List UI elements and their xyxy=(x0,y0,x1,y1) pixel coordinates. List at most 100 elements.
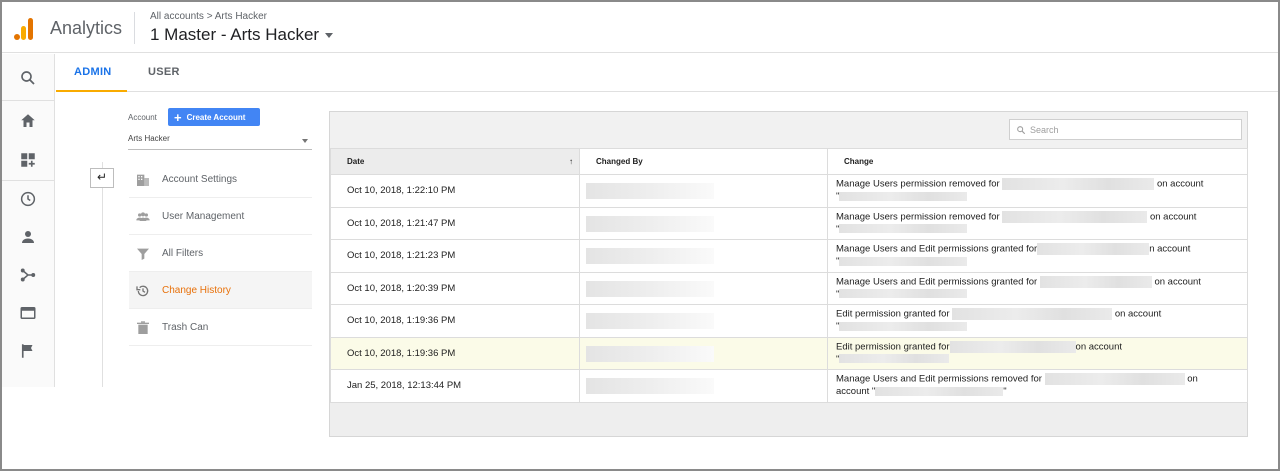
change-cell: Manage Users and Edit permissions grante… xyxy=(827,239,1248,273)
analytics-logo-icon[interactable] xyxy=(12,16,36,40)
table-toolbar: Search xyxy=(330,112,1247,148)
date-cell: Oct 10, 2018, 1:19:36 PM xyxy=(330,304,580,338)
create-account-button[interactable]: + Create Account xyxy=(168,108,260,126)
table-row[interactable]: Oct 10, 2018, 1:21:47 PM Manage Users pe… xyxy=(330,206,1248,240)
top-header: Analytics All accounts > Arts Hacker 1 M… xyxy=(2,2,1278,53)
redacted-account xyxy=(839,191,968,201)
menu-item-label: User Management xyxy=(162,210,245,222)
redacted-user xyxy=(586,313,714,329)
menu-item-label: Account Settings xyxy=(162,173,238,185)
dropdown-arrow-icon xyxy=(302,139,308,143)
create-account-label: Create Account xyxy=(186,112,246,122)
menu-item-trash-can[interactable]: Trash Can xyxy=(129,309,312,346)
redacted-email xyxy=(1039,275,1152,288)
date-cell: Oct 10, 2018, 1:20:39 PM xyxy=(330,271,580,305)
window-icon[interactable] xyxy=(19,304,37,322)
property-picker[interactable]: 1 Master - Arts Hacker xyxy=(150,25,334,45)
column-header-date[interactable]: Date ↑ xyxy=(330,148,580,175)
chevron-down-icon xyxy=(325,33,334,39)
date-cell: Oct 10, 2018, 1:21:47 PM xyxy=(330,206,580,240)
change-cell: Manage Users permission removed for on a… xyxy=(827,174,1248,208)
changed-by-cell xyxy=(579,304,828,338)
redacted-user xyxy=(586,280,714,297)
search-placeholder: Search xyxy=(1030,124,1059,135)
redacted-account xyxy=(839,354,950,364)
redacted-email xyxy=(1002,178,1155,191)
filter-icon xyxy=(137,248,149,260)
date-cell: Jan 25, 2018, 12:13:44 PM xyxy=(330,369,580,403)
table-row[interactable]: Oct 10, 2018, 1:19:36 PM Edit permission… xyxy=(330,336,1248,370)
account-select[interactable]: Arts Hacker xyxy=(128,134,312,150)
account-menu: Account Settings User Management All Fil… xyxy=(129,161,312,346)
property-title: 1 Master - Arts Hacker xyxy=(150,25,320,44)
trash-icon xyxy=(137,321,149,334)
person-icon[interactable] xyxy=(19,228,37,246)
changed-by-cell xyxy=(579,206,828,240)
redacted-user xyxy=(586,378,714,394)
table-row[interactable]: Jan 25, 2018, 12:13:44 PM Manage Users a… xyxy=(330,369,1248,403)
left-rail xyxy=(2,54,55,387)
menu-item-user-management[interactable]: User Management xyxy=(129,198,312,235)
table-row[interactable]: Oct 10, 2018, 1:21:23 PM Manage Users an… xyxy=(330,239,1248,273)
redacted-user xyxy=(586,345,714,362)
date-cell: Oct 10, 2018, 1:19:36 PM xyxy=(330,336,580,370)
table-row[interactable]: Oct 10, 2018, 1:22:10 PM Manage Users pe… xyxy=(330,174,1248,208)
menu-item-account-settings[interactable]: Account Settings xyxy=(129,161,312,198)
column-guide-line xyxy=(102,162,103,387)
share-icon[interactable] xyxy=(19,266,37,284)
tab-admin[interactable]: ADMIN xyxy=(74,66,112,78)
changed-by-cell xyxy=(579,336,828,370)
change-cell: Manage Users and Edit permissions remove… xyxy=(827,369,1248,403)
rail-divider xyxy=(2,100,55,101)
redacted-account xyxy=(839,256,968,266)
menu-item-all-filters[interactable]: All Filters xyxy=(129,235,312,272)
home-icon[interactable] xyxy=(19,112,37,130)
search-input[interactable]: Search xyxy=(1009,119,1242,140)
redacted-user xyxy=(586,183,714,199)
changed-by-cell xyxy=(579,369,828,403)
table-row[interactable]: Oct 10, 2018, 1:20:39 PM Manage Users an… xyxy=(330,271,1248,305)
plus-icon: + xyxy=(174,109,182,125)
date-cell: Oct 10, 2018, 1:22:10 PM xyxy=(330,174,580,208)
rail-divider xyxy=(2,180,55,181)
redacted-email xyxy=(1002,210,1148,223)
redacted-email xyxy=(952,308,1113,321)
search-icon xyxy=(1017,125,1026,134)
column-header-changed-by[interactable]: Changed By xyxy=(579,148,828,175)
menu-item-label: Change History xyxy=(162,284,231,296)
breadcrumb[interactable]: All accounts > Arts Hacker xyxy=(150,11,267,22)
admin-user-tabs: ADMIN USER xyxy=(56,54,1278,92)
account-select-value: Arts Hacker xyxy=(128,134,170,143)
active-tab-indicator xyxy=(56,90,127,92)
flag-icon[interactable] xyxy=(19,342,37,360)
history-icon xyxy=(136,285,149,297)
dashboard-icon[interactable] xyxy=(19,151,37,169)
app-name: Analytics xyxy=(50,18,123,38)
change-history-table: Date ↑ Changed By Change Oct 10, 2018, 1:… xyxy=(330,148,1248,403)
redacted-account xyxy=(839,224,968,234)
column-header-change[interactable]: Change xyxy=(827,148,1248,175)
changed-by-cell xyxy=(579,239,828,273)
change-cell: Edit permission granted for on account " xyxy=(827,336,1248,370)
back-arrow-icon[interactable]: ↵ xyxy=(90,168,114,188)
redacted-user xyxy=(586,215,714,232)
date-cell: Oct 10, 2018, 1:21:23 PM xyxy=(330,239,580,273)
redacted-user xyxy=(586,248,714,264)
menu-item-label: Trash Can xyxy=(162,321,209,333)
redacted-account xyxy=(839,289,968,299)
header-divider xyxy=(134,12,135,44)
redacted-email xyxy=(1037,243,1150,256)
change-history-panel: Search Date ↑ Changed By Change Oct 10, 2… xyxy=(329,111,1248,437)
redacted-account xyxy=(875,386,1004,396)
change-cell: Manage Users permission removed for on a… xyxy=(827,206,1248,240)
menu-item-change-history[interactable]: Change History xyxy=(129,272,312,309)
redacted-account xyxy=(839,321,968,331)
app-window: Analytics All accounts > Arts Hacker 1 M… xyxy=(0,0,1280,471)
table-row[interactable]: Oct 10, 2018, 1:19:36 PM Edit permission… xyxy=(330,304,1248,338)
building-icon xyxy=(137,174,149,186)
change-cell: Edit permission granted for on account " xyxy=(827,304,1248,338)
tab-user[interactable]: USER xyxy=(148,66,180,78)
clock-icon[interactable] xyxy=(19,190,37,208)
change-cell: Manage Users and Edit permissions grante… xyxy=(827,271,1248,305)
search-icon[interactable] xyxy=(19,69,37,87)
